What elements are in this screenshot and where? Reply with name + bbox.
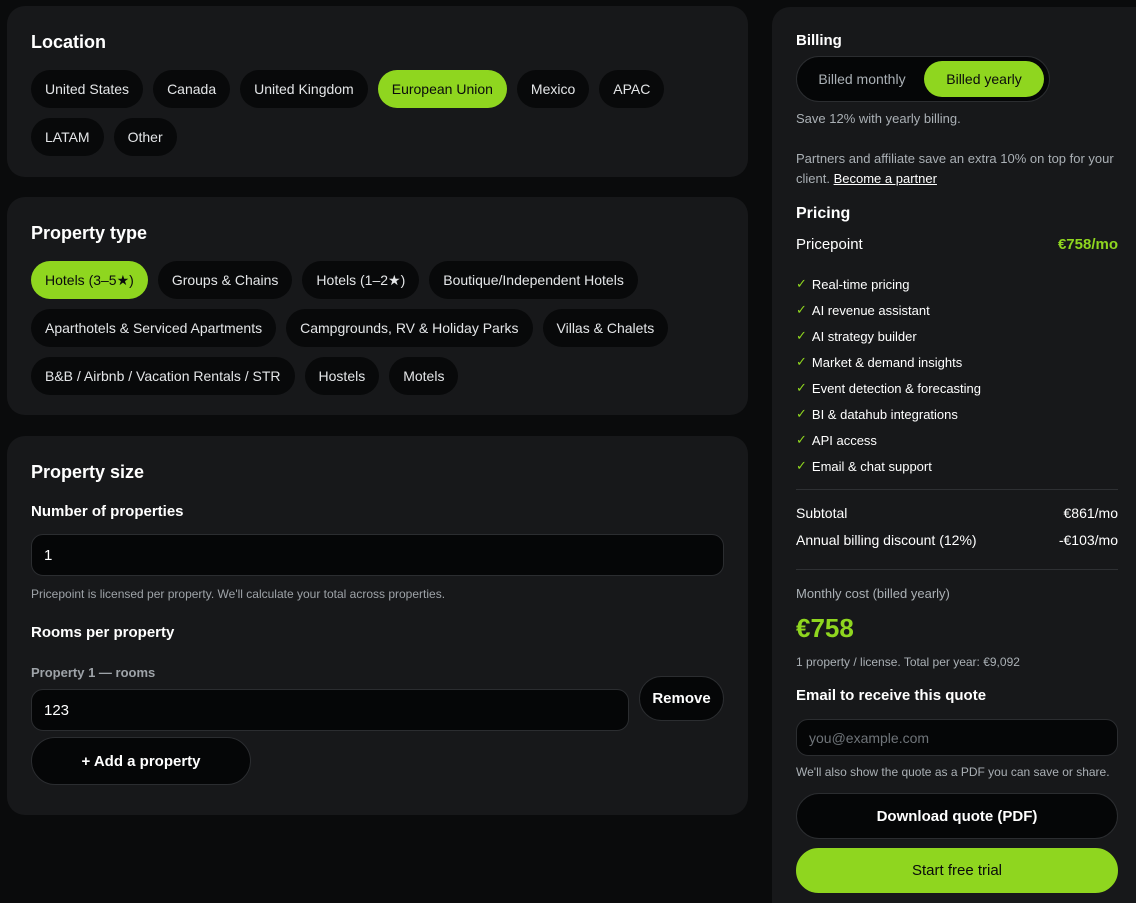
property-type-chips-row-3: B&B / Airbnb / Vacation Rentals / STR Ho… (31, 357, 459, 395)
location-chip-united-states[interactable]: United States (31, 70, 144, 108)
property-type-card: Property type Hotels (3–5★) Groups & Cha… (7, 197, 748, 415)
feature-label: BI & datahub integrations (811, 406, 958, 422)
check-icon: ✓ (796, 432, 807, 447)
property-1-rooms-input[interactable]: 123 (31, 689, 629, 731)
property-type-title: Property type (31, 223, 148, 243)
check-icon: ✓ (796, 380, 807, 395)
rooms-per-property-label: Rooms per property (31, 624, 175, 641)
property-type-chip-motels[interactable]: Motels (389, 357, 459, 395)
feature-label: AI revenue assistant (811, 302, 930, 318)
feature-item: ✓ AI strategy builder (796, 323, 981, 349)
add-property-button[interactable]: + Add a property (31, 737, 251, 785)
property-1-rooms-label: Property 1 — rooms (31, 665, 156, 680)
property-type-chip-hotels-1-2[interactable]: Hotels (1–2★) (302, 261, 420, 299)
location-chip-european-union[interactable]: European Union (377, 70, 507, 108)
check-icon: ✓ (796, 328, 807, 343)
location-chips-row-1: United States Canada United Kingdom Euro… (31, 70, 665, 108)
feature-item: ✓ AI revenue assistant (796, 297, 981, 323)
feature-item: ✓ Market & demand insights (796, 349, 981, 375)
property-type-chip-boutique[interactable]: Boutique/Independent Hotels (429, 261, 638, 299)
subtotal-value: €861/mo (1063, 505, 1118, 521)
product-price: €758/mo (1057, 236, 1118, 253)
discount-value: -€103/mo (1058, 532, 1118, 548)
pricing-title: Pricing (796, 205, 851, 222)
divider (796, 569, 1118, 570)
property-type-chip-hotels-3-5[interactable]: Hotels (3–5★) (31, 261, 148, 299)
product-price-row: Pricepoint €758/mo (796, 236, 1118, 253)
location-chip-apac[interactable]: APAC (599, 70, 665, 108)
check-icon: ✓ (796, 302, 807, 317)
check-icon: ✓ (796, 354, 807, 369)
feature-label: AI strategy builder (811, 328, 917, 344)
discount-row: Annual billing discount (12%) -€103/mo (796, 532, 1118, 548)
feature-label: Market & demand insights (811, 354, 963, 370)
property-type-chip-groups-chains[interactable]: Groups & Chains (157, 261, 293, 299)
property-type-chip-villas[interactable]: Villas & Chalets (542, 309, 669, 347)
number-of-properties-hint: Pricepoint is licensed per property. We'… (31, 587, 446, 601)
feature-label: Real-time pricing (811, 276, 910, 292)
monthly-cost-label: Monthly cost (billed yearly) (796, 586, 950, 601)
feature-item: ✓ Event detection & forecasting (796, 375, 981, 401)
property-type-chip-campgrounds[interactable]: Campgrounds, RV & Holiday Parks (286, 309, 533, 347)
feature-item: ✓ BI & datahub integrations (796, 401, 981, 427)
email-quote-label: Email to receive this quote (796, 687, 987, 704)
product-name: Pricepoint (796, 236, 863, 253)
location-chips-row-2: LATAM Other (31, 118, 177, 156)
location-chip-latam[interactable]: LATAM (31, 118, 104, 156)
become-partner-link[interactable]: Become a partner (834, 171, 937, 186)
billed-yearly-option[interactable]: Billed yearly (924, 61, 1044, 97)
download-quote-button[interactable]: Download quote (PDF) (796, 793, 1118, 839)
feature-label: Event detection & forecasting (811, 380, 982, 396)
location-chip-mexico[interactable]: Mexico (516, 70, 590, 108)
license-note: 1 property / license. Total per year: €9… (796, 655, 1020, 669)
divider (796, 489, 1118, 490)
remove-property-button[interactable]: Remove (639, 676, 724, 721)
location-chip-other[interactable]: Other (113, 118, 177, 156)
monthly-cost-value: €758 (796, 613, 854, 643)
yearly-savings-note: Save 12% with yearly billing. (796, 111, 961, 126)
location-card: Location United States Canada United Kin… (7, 6, 748, 177)
billed-monthly-option[interactable]: Billed monthly (803, 61, 921, 97)
property-size-title: Property size (31, 462, 145, 482)
feature-item: ✓ API access (796, 427, 981, 453)
summary-panel: Billing Billed monthly Billed yearly Sav… (772, 7, 1136, 903)
check-icon: ✓ (796, 458, 807, 473)
start-free-trial-button[interactable]: Start free trial (796, 848, 1118, 893)
billing-toggle: Billed monthly Billed yearly (796, 56, 1050, 102)
subtotal-label: Subtotal (796, 505, 848, 521)
location-title: Location (31, 32, 106, 52)
location-chip-canada[interactable]: Canada (153, 70, 231, 108)
check-icon: ✓ (796, 276, 807, 291)
subtotal-row: Subtotal €861/mo (796, 505, 1118, 521)
billing-title: Billing (796, 32, 842, 49)
feature-label: Email & chat support (811, 458, 932, 474)
property-type-chip-hostels[interactable]: Hostels (304, 357, 380, 395)
feature-item: ✓ Email & chat support (796, 453, 981, 479)
partner-note: Partners and affiliate save an extra 10%… (796, 149, 1122, 189)
property-type-chips-row-1: Hotels (3–5★) Groups & Chains Hotels (1–… (31, 261, 638, 299)
email-quote-hint: We'll also show the quote as a PDF you c… (796, 765, 1110, 779)
discount-label: Annual billing discount (12%) (796, 532, 977, 548)
number-of-properties-label: Number of properties (31, 503, 184, 520)
property-type-chip-bnb[interactable]: B&B / Airbnb / Vacation Rentals / STR (31, 357, 295, 395)
feature-label: API access (811, 432, 877, 448)
property-type-chip-aparthotels[interactable]: Aparthotels & Serviced Apartments (31, 309, 277, 347)
number-of-properties-input[interactable]: 1 (31, 534, 724, 576)
feature-item: ✓ Real-time pricing (796, 271, 981, 297)
property-size-card: Property size Number of properties 1 Pri… (7, 436, 748, 815)
property-type-chips-row-2: Aparthotels & Serviced Apartments Campgr… (31, 309, 669, 347)
location-chip-united-kingdom[interactable]: United Kingdom (240, 70, 368, 108)
check-icon: ✓ (796, 406, 807, 421)
email-quote-input[interactable] (796, 719, 1118, 756)
feature-list: ✓ Real-time pricing ✓ AI revenue assistant… (796, 271, 981, 479)
